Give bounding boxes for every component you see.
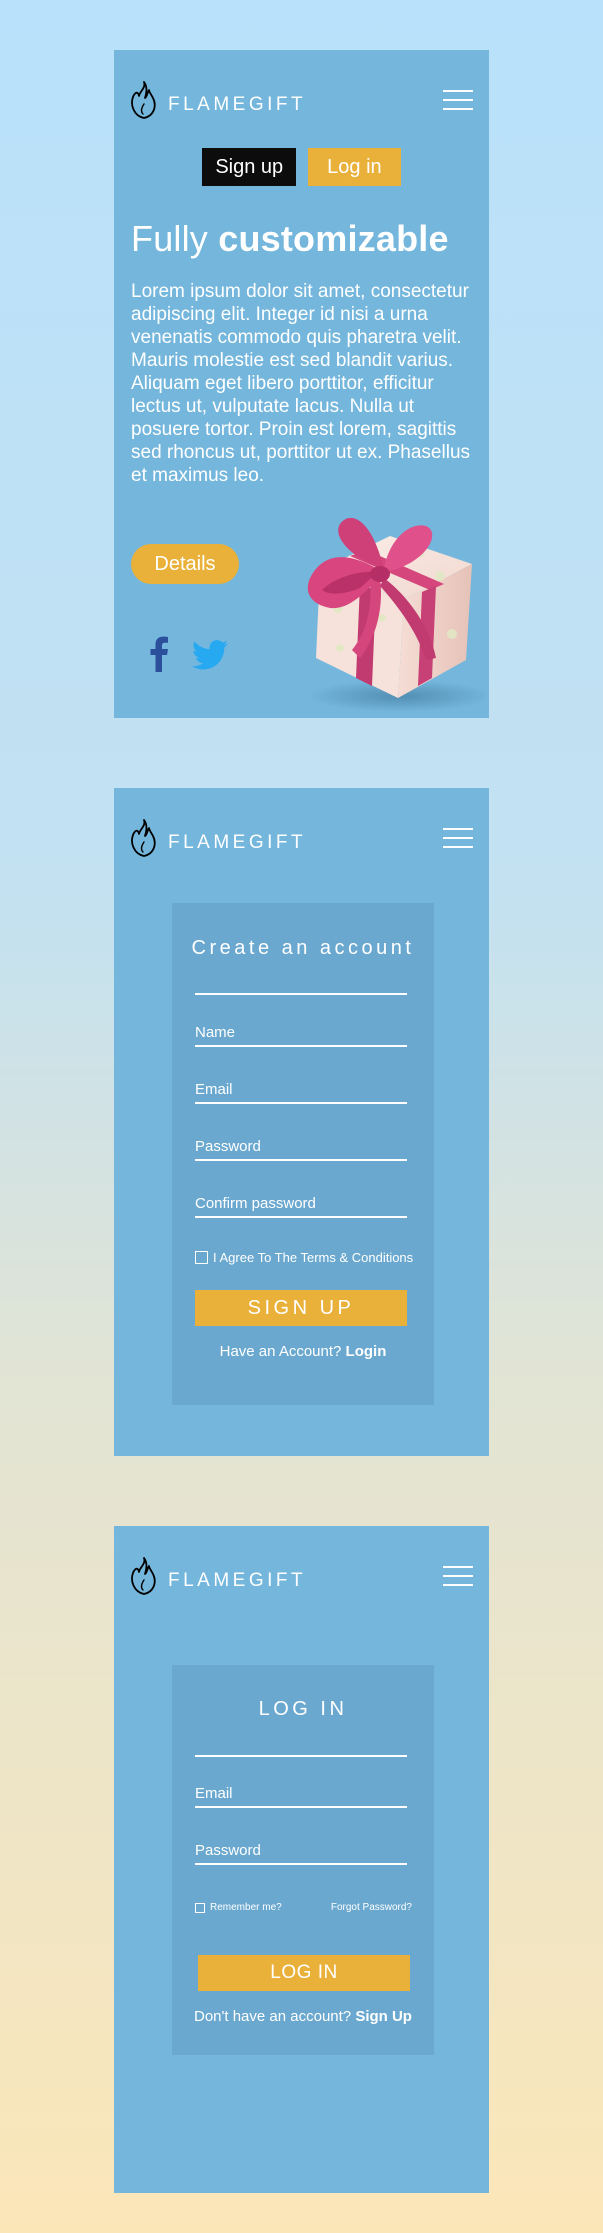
- signup-link[interactable]: Sign Up: [355, 2008, 412, 2025]
- flame-logo-icon[interactable]: [130, 1556, 158, 1596]
- hero-title-light: Fully: [131, 218, 219, 259]
- signup-button[interactable]: Sign up: [202, 148, 297, 186]
- header: FLAMEGIFT: [130, 1556, 473, 1596]
- header: FLAMEGIFT: [130, 80, 473, 120]
- password-field[interactable]: Password: [195, 1839, 407, 1865]
- hero-description: Lorem ipsum dolor sit amet, consectetur …: [131, 281, 471, 486]
- signup-title: Create an account: [191, 937, 415, 959]
- signup-panel: FLAMEGIFT Create an account Name Email P…: [114, 788, 489, 1456]
- password-placeholder: Password: [195, 1138, 261, 1155]
- flame-logo-icon[interactable]: [130, 818, 158, 858]
- hamburger-menu-icon[interactable]: [443, 828, 473, 850]
- signup-card: Create an account Name Email Password Co…: [172, 903, 434, 1405]
- login-title: LOG IN: [258, 1698, 348, 1720]
- signup-submit-button[interactable]: SIGN UP: [195, 1290, 407, 1326]
- hero-panel: FLAMEGIFT Sign up Log in Fully customizab…: [114, 50, 489, 718]
- confirm-password-placeholder: Confirm password: [195, 1195, 316, 1212]
- brand-name[interactable]: FLAMEGIFT: [168, 94, 306, 116]
- login-link[interactable]: Login: [346, 1343, 387, 1360]
- remember-checkbox[interactable]: [195, 1902, 205, 1913]
- terms-label[interactable]: I Agree To The Terms & Conditions: [213, 1250, 413, 1265]
- name-placeholder: Name: [195, 1024, 236, 1041]
- hero-title: Fully customizable: [131, 218, 449, 260]
- brand-name[interactable]: FLAMEGIFT: [168, 832, 306, 854]
- facebook-icon[interactable]: [150, 636, 168, 672]
- hamburger-menu-icon[interactable]: [443, 90, 473, 112]
- terms-row: I Agree To The Terms & Conditions: [195, 1250, 413, 1265]
- terms-checkbox[interactable]: [195, 1251, 208, 1264]
- signup-footer-text: Have an Account?: [219, 1343, 346, 1360]
- remember-label[interactable]: Remember me?: [210, 1902, 282, 1913]
- hamburger-menu-icon[interactable]: [443, 1566, 473, 1588]
- confirm-password-field[interactable]: Confirm password: [195, 1192, 407, 1218]
- email-placeholder: Email: [195, 1785, 233, 1802]
- header: FLAMEGIFT: [130, 818, 473, 858]
- title-divider: [195, 1755, 407, 1757]
- email-field[interactable]: Email: [195, 1078, 407, 1104]
- email-field[interactable]: Email: [195, 1782, 407, 1808]
- login-button[interactable]: Log in: [308, 148, 401, 186]
- login-submit-button[interactable]: LOG IN: [198, 1955, 410, 1991]
- hero-title-bold: customizable: [218, 218, 449, 259]
- auth-buttons: Sign up Log in: [114, 148, 489, 186]
- login-footer-text: Don't have an account?: [194, 2008, 356, 2025]
- forgot-password-link[interactable]: Forgot Password?: [331, 1902, 412, 1913]
- login-footer: Don't have an account? Sign Up: [172, 2008, 434, 2025]
- password-field[interactable]: Password: [195, 1135, 407, 1161]
- password-placeholder: Password: [195, 1842, 261, 1859]
- login-panel: FLAMEGIFT LOG IN Email Password Remember…: [114, 1526, 489, 2193]
- remember-row: Remember me?: [195, 1902, 282, 1913]
- brand-name[interactable]: FLAMEGIFT: [168, 1570, 306, 1592]
- name-field[interactable]: Name: [195, 1021, 407, 1047]
- twitter-icon[interactable]: [192, 640, 228, 670]
- signup-footer: Have an Account? Login: [172, 1343, 434, 1360]
- login-card: LOG IN Email Password Remember me? Forgo…: [172, 1665, 434, 2055]
- title-divider: [195, 993, 407, 995]
- email-placeholder: Email: [195, 1081, 233, 1098]
- gift-box-image: [307, 517, 486, 712]
- flame-logo-icon[interactable]: [130, 80, 158, 120]
- details-button[interactable]: Details: [131, 544, 239, 584]
